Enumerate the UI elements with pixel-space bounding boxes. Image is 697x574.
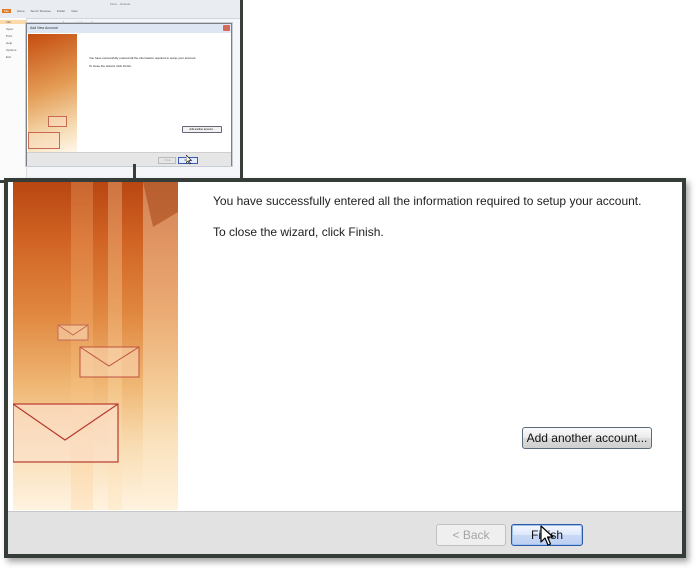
zoom-connector [133, 164, 136, 178]
mini-dialog: Add New Account You have successfully en… [26, 23, 232, 166]
close-instruction: To close the wizard, click Finish. [213, 225, 384, 239]
mini-message-success: You have successfully entered all the in… [89, 56, 197, 60]
mini-footer: < Back Finish [27, 152, 231, 166]
add-another-account-button[interactable]: Add another account... [522, 427, 652, 449]
ribbon-tabs: File Home Send / Receive Folder View [2, 9, 83, 13]
wizard-footer: < Back Finish [8, 511, 682, 554]
tab-view[interactable]: View [71, 9, 77, 13]
success-message: You have successfully entered all the in… [213, 194, 642, 208]
window-title: Inbox - Outlook [109, 2, 131, 6]
envelope-illustration-thumb [28, 34, 77, 152]
nav-exit[interactable]: Exit [6, 55, 26, 59]
mini-add-another-button[interactable]: Add another account... [182, 126, 222, 133]
mouse-pointer-icon [540, 525, 554, 546]
add-account-wizard-zoom: You have successfully entered all the in… [4, 178, 686, 558]
envelope-icon [48, 116, 67, 127]
mini-message-close: To close the wizard, click Finish. [89, 64, 132, 68]
mini-dialog-title: Add New Account [30, 26, 58, 30]
close-icon[interactable] [223, 25, 230, 31]
ribbon: Inbox - Outlook File Home Send / Receive… [0, 0, 240, 19]
tab-folder[interactable]: Folder [57, 9, 66, 13]
envelope-icon [79, 346, 140, 378]
nav-options[interactable]: Options [6, 48, 26, 52]
mini-dialog-titlebar: Add New Account [27, 24, 231, 33]
envelope-icon [28, 132, 60, 149]
tab-file[interactable]: File [2, 9, 11, 13]
mouse-pointer-icon [186, 155, 193, 165]
envelope-icon [13, 403, 119, 463]
mini-back-button[interactable]: < Back [158, 157, 176, 164]
envelope-illustration [13, 182, 178, 510]
envelope-icon [57, 324, 89, 341]
tab-home[interactable]: Home [17, 9, 25, 13]
tab-send-receive[interactable]: Send / Receive [31, 9, 51, 13]
nav-print[interactable]: Print [6, 34, 26, 38]
backstage-nav: Info Open Print Help Options Exit [0, 18, 27, 180]
outlook-window-thumbnail: Inbox - Outlook File Home Send / Receive… [0, 0, 243, 183]
nav-info[interactable]: Info [0, 20, 26, 24]
nav-help[interactable]: Help [6, 41, 26, 45]
nav-open[interactable]: Open [6, 27, 26, 31]
back-button[interactable]: < Back [436, 524, 506, 546]
